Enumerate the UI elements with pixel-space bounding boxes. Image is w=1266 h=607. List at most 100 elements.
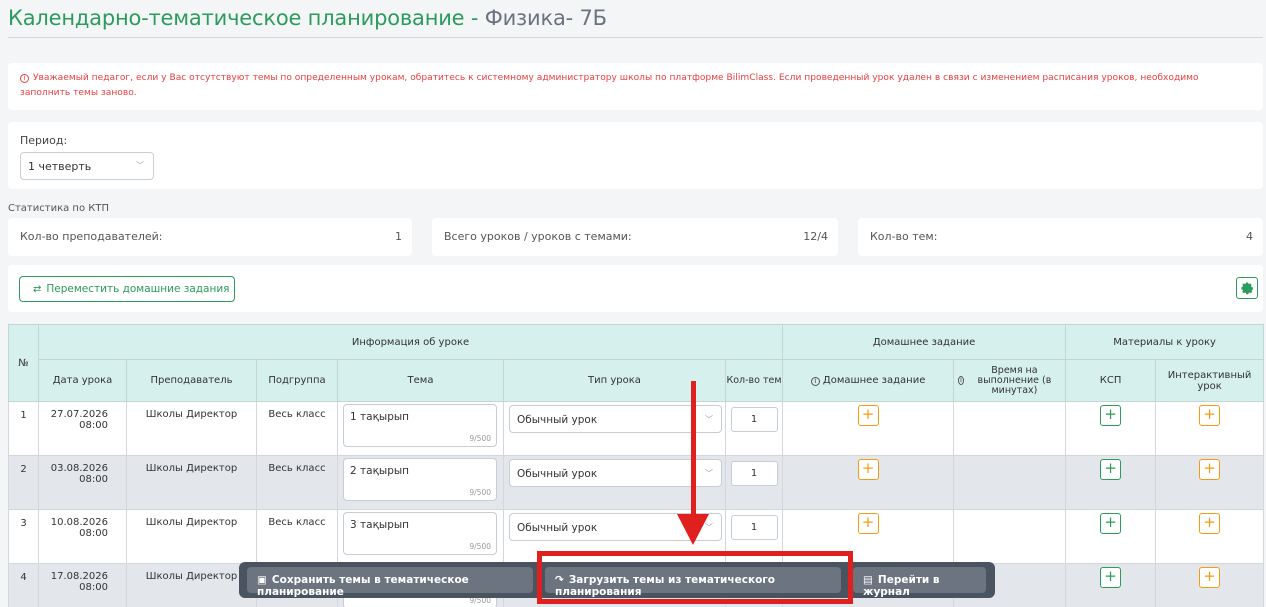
settings-button[interactable]	[1236, 277, 1258, 299]
topic-input[interactable]: 3 тақырып 9/500	[343, 512, 497, 555]
chevron-down-icon: ﹀	[705, 469, 713, 478]
topic-count-input[interactable]: 1	[730, 407, 778, 432]
row-topic-cell: 2 тақырып 9/500	[337, 455, 504, 510]
row-date: 27.07.2026 08:00	[38, 401, 127, 456]
lesson-type-value: Обычный урок	[517, 522, 598, 534]
row-subgroup: Весь класс	[256, 509, 338, 564]
row-date-day: 27.07.2026	[50, 409, 108, 420]
row-teacher: Школы Директор	[126, 563, 257, 607]
table-row: 2 03.08.2026 08:00 Школы Директор Весь кл…	[8, 455, 1265, 510]
add-ksp-button[interactable]: +	[1100, 513, 1122, 534]
stat-topics-value: 4	[1246, 230, 1253, 243]
topic-count-input[interactable]: 1	[730, 461, 778, 486]
add-homework-button[interactable]: +	[857, 405, 879, 426]
row-ksp-cell: +	[1065, 509, 1157, 564]
row-ksp-cell: +	[1065, 563, 1157, 607]
row-date-time: 08:00	[79, 474, 108, 485]
char-counter: 9/500	[469, 542, 491, 551]
add-interactive-button[interactable]: +	[1199, 513, 1221, 534]
row-qty-cell: 1	[724, 455, 784, 510]
row-time-cell	[953, 509, 1067, 564]
row-topic-cell: 3 тақырып 9/500	[337, 509, 504, 564]
header-hw: i Домашнее задание	[782, 359, 955, 402]
row-date-day: 03.08.2026	[50, 463, 108, 474]
topic-input[interactable]: 2 тақырып 9/500	[343, 458, 497, 501]
header-time-label: Время на выполнение (в минутах)	[977, 364, 1052, 396]
annotation-arrow-shaft	[691, 381, 696, 523]
add-interactive-button[interactable]: +	[1199, 405, 1221, 426]
row-interactive-cell: +	[1155, 563, 1265, 607]
header-date: Дата урока	[38, 359, 127, 402]
add-ksp-button[interactable]: +	[1100, 567, 1122, 588]
row-teacher: Школы Директор	[126, 455, 257, 510]
row-qty-cell: 1	[724, 401, 784, 456]
swap-arrows-icon: ⇄	[33, 284, 42, 295]
row-date-day: 17.08.2026	[50, 571, 108, 582]
journal-button[interactable]: ▤ Перейти в журнал	[853, 567, 986, 598]
add-ksp-button[interactable]: +	[1100, 405, 1122, 426]
add-interactive-button[interactable]: +	[1199, 567, 1221, 588]
add-homework-button[interactable]: +	[857, 513, 879, 534]
move-homework-button[interactable]: ⇄ Переместить домашние задания	[19, 276, 235, 302]
topic-count-input[interactable]: 1	[730, 515, 778, 540]
char-counter: 9/500	[469, 488, 491, 497]
floppy-disk-icon: ▣	[257, 574, 267, 586]
add-ksp-button[interactable]: +	[1100, 459, 1122, 480]
stat-lessons-label: Всего уроков / уроков с темами:	[444, 230, 632, 243]
row-date-time: 08:00	[79, 528, 108, 539]
gear-icon	[1241, 282, 1254, 295]
period-label: Период:	[20, 134, 68, 147]
row-teacher: Школы Директор	[126, 401, 257, 456]
stat-lessons: Всего уроков / уроков с темами: 12/4	[432, 218, 838, 256]
actions-card: ⇄ Переместить домашние задания	[8, 265, 1263, 312]
chevron-down-icon: ﹀	[705, 415, 713, 424]
table-row: 1 27.07.2026 08:00 Школы Директор Весь кл…	[8, 401, 1265, 456]
header-homework-group: Домашнее задание	[782, 324, 1067, 360]
title-divider	[8, 37, 1263, 38]
row-date-time: 08:00	[79, 582, 108, 593]
topic-value: 3 тақырып	[350, 519, 410, 531]
save-topics-label: Сохранить темы в тематическое планирован…	[257, 574, 469, 598]
stat-topics: Кол-во тем: 4	[858, 218, 1263, 256]
period-card: Период: 1 четверть ﹀	[8, 122, 1263, 189]
page-title-main: Календарно-тематическое планирование -	[8, 6, 485, 30]
stat-teachers: Кол-во преподавателей: 1	[8, 218, 412, 256]
row-date: 17.08.2026 08:00	[38, 563, 127, 607]
row-interactive-cell: +	[1155, 509, 1265, 564]
row-subgroup: Весь класс	[256, 455, 338, 510]
header-teacher: Преподаватель	[126, 359, 257, 402]
chevron-down-icon: ﹀	[136, 161, 144, 170]
header-hw-label: Домашнее задание	[822, 375, 926, 386]
page-title: Календарно-тематическое планирование - Ф…	[8, 6, 607, 30]
header-topic: Тема	[337, 359, 504, 402]
topic-input[interactable]: 1 тақырып 9/500	[343, 404, 497, 447]
header-ksp: КСП	[1065, 359, 1157, 402]
row-date-day: 10.08.2026	[50, 517, 108, 528]
add-homework-button[interactable]: +	[857, 459, 879, 480]
row-date-time: 08:00	[79, 420, 108, 431]
stat-teachers-value: 1	[395, 230, 402, 243]
row-time-cell	[953, 401, 1067, 456]
header-subgroup: Подгруппа	[256, 359, 338, 402]
move-homework-label: Переместить домашние задания	[46, 283, 230, 295]
char-counter: 9/500	[469, 434, 491, 443]
header-num: №	[8, 324, 39, 402]
save-topics-button[interactable]: ▣ Сохранить темы в тематическое планирова…	[247, 567, 533, 598]
row-interactive-cell: +	[1155, 455, 1265, 510]
row-ksp-cell: +	[1065, 455, 1157, 510]
header-interactive: Интерактивный урок	[1155, 359, 1265, 402]
row-hw-cell: +	[782, 401, 955, 456]
annotation-arrow-head	[677, 514, 709, 545]
lesson-type-value: Обычный урок	[517, 414, 598, 426]
stats-title: Статистика по КТП	[8, 203, 109, 214]
row-time-cell	[953, 455, 1067, 510]
alert-text: Уважаемый педагог, если у Вас отсутствую…	[20, 73, 1199, 98]
info-icon: i	[958, 376, 964, 385]
topic-value: 1 тақырып	[350, 411, 410, 423]
header-time: i Время на выполнение (в минутах)	[953, 359, 1067, 402]
book-icon: ▤	[863, 574, 873, 586]
add-interactive-button[interactable]: +	[1199, 459, 1221, 480]
stat-lessons-value: 12/4	[803, 230, 828, 243]
period-select[interactable]: 1 четверть ﹀	[20, 152, 154, 180]
annotation-highlight-box	[537, 551, 853, 604]
